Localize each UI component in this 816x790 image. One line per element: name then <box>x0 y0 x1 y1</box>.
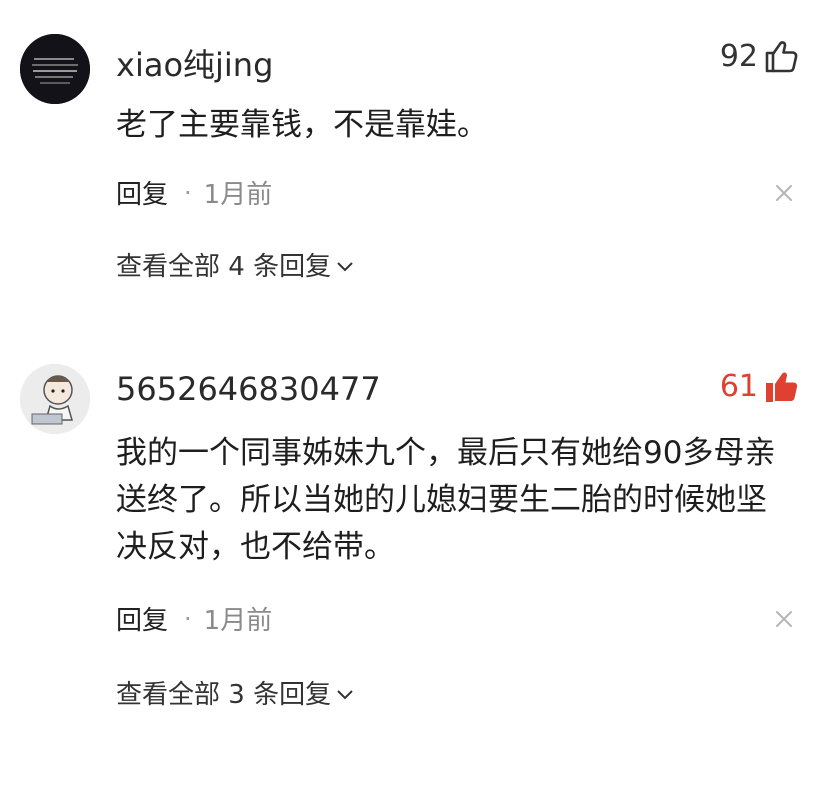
chevron-down-icon <box>337 261 353 271</box>
comment-item: xiao纯jing 92 老了主要靠钱，不是靠娃。 回复 · 1月前 查看全部 … <box>0 0 816 320</box>
timestamp: 1月前 <box>203 606 273 636</box>
avatar-image <box>20 364 90 434</box>
username[interactable]: xiao纯jing <box>116 40 273 86</box>
comment-line: 决反对，也不给带。 <box>116 529 395 565</box>
comment-meta: 回复 · 1月前 <box>116 174 272 211</box>
comment-item: 5652646830477 61 我的一个同事姊妹九个，最后只有她给90多母亲 … <box>0 330 816 790</box>
view-all-replies-label: 查看全部 3 条回复 <box>116 680 332 710</box>
timestamp: 1月前 <box>203 180 273 210</box>
comment-line: 老了主要靠钱，不是靠娃。 <box>116 107 488 143</box>
comment-line: 我的一个同事姊妹九个，最后只有她给90多母亲 <box>116 435 776 471</box>
separator-dot: · <box>184 178 192 207</box>
avatar[interactable] <box>20 364 90 434</box>
thumbs-up-icon <box>765 41 798 73</box>
comment-line: 送终了。所以当她的儿媳妇要生二胎的时候她坚 <box>116 482 767 518</box>
reply-button[interactable]: 回复 <box>116 600 168 637</box>
reply-button[interactable]: 回复 <box>116 174 168 211</box>
like-button[interactable]: 61 <box>720 368 798 404</box>
close-icon[interactable] <box>774 183 794 203</box>
thumbs-up-filled-icon <box>766 372 798 402</box>
comment-meta: 回复 · 1月前 <box>116 600 272 637</box>
username[interactable]: 5652646830477 <box>116 370 381 408</box>
comment-text: 老了主要靠钱，不是靠娃。 <box>116 102 806 149</box>
like-count: 61 <box>719 368 758 404</box>
comment-text: 我的一个同事姊妹九个，最后只有她给90多母亲 送终了。所以当她的儿媳妇要生二胎的… <box>116 430 806 571</box>
like-button[interactable]: 92 <box>720 38 798 74</box>
view-all-replies-label: 查看全部 4 条回复 <box>116 252 332 282</box>
avatar-image <box>20 34 90 104</box>
chevron-down-icon <box>337 689 353 699</box>
close-icon[interactable] <box>774 609 794 629</box>
view-all-replies-link[interactable]: 查看全部 4 条回复 <box>116 246 355 283</box>
avatar[interactable] <box>20 34 90 104</box>
like-count: 92 <box>719 38 758 74</box>
view-all-replies-link[interactable]: 查看全部 3 条回复 <box>116 674 355 711</box>
separator-dot: · <box>184 604 192 633</box>
